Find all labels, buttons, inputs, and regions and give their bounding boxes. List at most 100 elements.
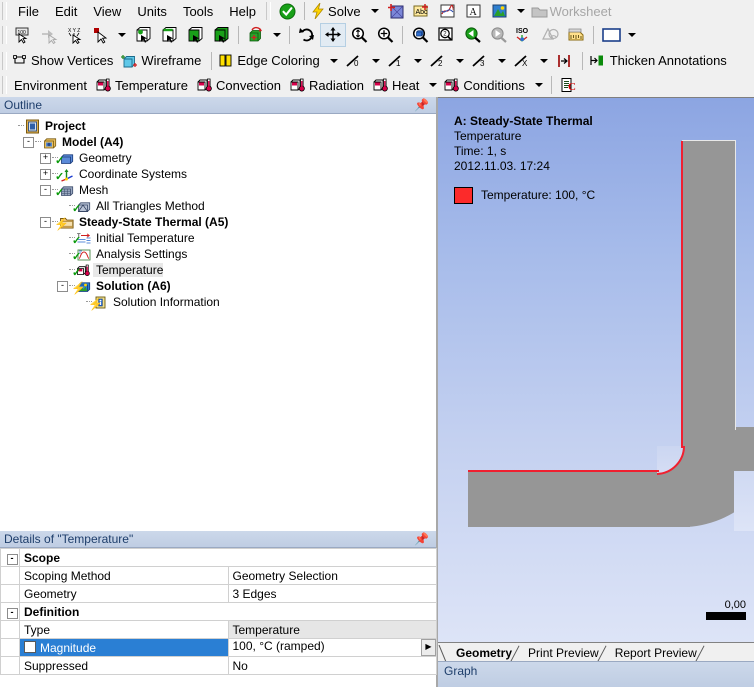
rotate-cube-caret[interactable] bbox=[273, 33, 281, 37]
group-collapse-toggle[interactable]: - bbox=[0, 602, 20, 621]
undo-view-icon[interactable] bbox=[294, 24, 320, 46]
magnify-icon[interactable]: 2 bbox=[433, 24, 459, 46]
outline-node-coordinate-systems[interactable]: + ✓ Coordinate Systems bbox=[6, 166, 436, 182]
details-row-magnitude[interactable]: Magnitude 100, °C (ramped) ▶ bbox=[0, 638, 437, 657]
cursor-mode-caret[interactable] bbox=[118, 33, 126, 37]
menu-tools[interactable]: Tools bbox=[175, 2, 221, 21]
display-toolbar-grip[interactable] bbox=[2, 51, 7, 70]
edge-thickness-x-caret[interactable] bbox=[539, 58, 548, 63]
fit-icon[interactable] bbox=[407, 24, 433, 46]
details-pin-icon[interactable]: 📌 bbox=[414, 532, 432, 546]
pan-icon[interactable] bbox=[320, 23, 346, 47]
menu-view[interactable]: View bbox=[85, 2, 129, 21]
details-value[interactable]: 100, °C (ramped) ▶ bbox=[227, 638, 437, 657]
ruler-icon[interactable] bbox=[563, 24, 589, 46]
outline-node-solution-information[interactable]: ⚡ Solution Information bbox=[6, 294, 436, 310]
tab-report-preview[interactable]: Report Preview bbox=[606, 645, 705, 662]
section-plane-icon[interactable] bbox=[537, 24, 563, 46]
group-collapse-toggle[interactable]: - bbox=[0, 548, 20, 567]
xyz-probe-icon[interactable]: X Y Z bbox=[62, 24, 88, 46]
next-view-icon[interactable] bbox=[485, 24, 511, 46]
edge-select-icon[interactable] bbox=[156, 24, 182, 46]
viewport-layout-caret[interactable] bbox=[628, 33, 636, 37]
collapse-toggle[interactable]: - bbox=[40, 216, 51, 228]
viewport-tabs[interactable]: Geometry Print Preview Report Preview bbox=[438, 642, 754, 662]
iso-view-icon[interactable]: ISO bbox=[511, 24, 537, 46]
convection-load-button[interactable]: Convection bbox=[194, 74, 287, 96]
image-icon[interactable] bbox=[487, 0, 513, 22]
edge-thickness-3-caret[interactable] bbox=[497, 58, 506, 63]
collapse-toggle[interactable]: - bbox=[6, 554, 18, 565]
details-row-type[interactable]: Type Temperature bbox=[0, 620, 437, 639]
collapse-toggle[interactable]: - bbox=[6, 608, 18, 619]
comment-icon[interactable]: Abc bbox=[409, 0, 435, 22]
edge-coloring-caret[interactable] bbox=[329, 58, 338, 63]
toolbar-grip-solve[interactable] bbox=[266, 2, 272, 20]
extend-selection-icon[interactable] bbox=[36, 24, 62, 46]
select-mode-icon[interactable]: 100 bbox=[10, 24, 36, 46]
magnitude-checkbox[interactable] bbox=[24, 640, 36, 653]
solve-button[interactable]: Solve bbox=[309, 0, 367, 22]
conditions-button[interactable]: Conditions bbox=[441, 74, 530, 96]
edge-thickness-0-button[interactable]: 0 bbox=[342, 50, 368, 72]
outline-node-analysis-settings[interactable]: ✓ Analysis Settings bbox=[6, 246, 436, 262]
menu-file[interactable]: File bbox=[10, 2, 47, 21]
edge-thickness-3-button[interactable]: 3 bbox=[468, 50, 494, 72]
edge-thickness-1-caret[interactable] bbox=[413, 58, 422, 63]
new-chart-icon[interactable] bbox=[383, 0, 409, 22]
thicken-annotations-button[interactable]: Thicken Annotations bbox=[587, 50, 733, 72]
details-value[interactable]: No bbox=[227, 656, 437, 675]
solve-dropdown-caret[interactable] bbox=[370, 9, 379, 13]
heat-load-button[interactable]: Heat bbox=[370, 74, 425, 96]
expand-toggle[interactable]: + bbox=[40, 152, 51, 164]
graphics-toolbar-grip[interactable] bbox=[2, 26, 7, 44]
outline-tree[interactable]: Project - Model (A4) + ✓ Geometry + ✓ Coordinate… bbox=[0, 114, 436, 310]
details-value[interactable]: 3 Edges bbox=[227, 584, 437, 603]
face-select-icon[interactable] bbox=[182, 24, 208, 46]
expand-toggle[interactable]: + bbox=[40, 168, 51, 180]
box-zoom-icon[interactable] bbox=[372, 24, 398, 46]
worksheet-env-icon[interactable]: C bbox=[556, 74, 582, 96]
vertex-select-icon[interactable] bbox=[130, 24, 156, 46]
pin-icon[interactable]: 📌 bbox=[414, 98, 432, 112]
outline-node-project[interactable]: Project bbox=[6, 118, 436, 134]
graphics-viewport[interactable]: A: Steady-State Thermal Temperature Time… bbox=[438, 97, 754, 642]
outline-node-steady-state-thermal-a5[interactable]: - ⚡ Steady-State Thermal (A5) bbox=[6, 214, 436, 230]
menu-units[interactable]: Units bbox=[129, 2, 175, 21]
radiation-load-button[interactable]: Radiation bbox=[287, 74, 370, 96]
collapse-toggle[interactable]: - bbox=[23, 136, 34, 148]
zoom-icon[interactable] bbox=[346, 24, 372, 46]
edge-thickness-2-button[interactable]: 2 bbox=[426, 50, 452, 72]
show-vertices-button[interactable]: Show Vertices bbox=[10, 50, 119, 72]
environment-toolbar-grip[interactable] bbox=[2, 76, 7, 94]
viewport-layout-icon[interactable] bbox=[598, 24, 624, 46]
previous-view-icon[interactable] bbox=[459, 24, 485, 46]
green-check-icon[interactable] bbox=[274, 0, 300, 22]
conditions-caret[interactable] bbox=[534, 83, 543, 87]
edge-direction-icon[interactable] bbox=[552, 50, 578, 72]
wireframe-button[interactable]: Wireframe bbox=[119, 50, 207, 72]
edge-coloring-button[interactable]: Edge Coloring bbox=[216, 50, 325, 72]
outline-node-initial-temperature[interactable]: T ✓ Initial Temperature bbox=[6, 230, 436, 246]
outline-node-temperature[interactable]: ✓ Temperature bbox=[6, 262, 436, 278]
outline-node-model-a4[interactable]: - Model (A4) bbox=[6, 134, 436, 150]
rotate-cube-icon[interactable] bbox=[243, 24, 269, 46]
tab-print-preview[interactable]: Print Preview bbox=[519, 645, 607, 662]
details-row-scoping-method[interactable]: Scoping Method Geometry Selection bbox=[0, 566, 437, 585]
heat-load-caret[interactable] bbox=[429, 83, 438, 87]
outline-node-mesh[interactable]: - ✓ Mesh bbox=[6, 182, 436, 198]
edge-thickness-x-button[interactable]: X bbox=[510, 50, 536, 72]
details-row-suppressed[interactable]: Suppressed No bbox=[0, 656, 437, 675]
edge-thickness-1-button[interactable]: 1 bbox=[384, 50, 410, 72]
edge-thickness-0-caret[interactable] bbox=[371, 58, 380, 63]
collapse-toggle[interactable]: - bbox=[40, 184, 51, 196]
menu-help[interactable]: Help bbox=[221, 2, 264, 21]
environment-button[interactable]: Environment bbox=[10, 74, 93, 96]
worksheet-button[interactable]: Worksheet bbox=[529, 0, 618, 22]
details-row-geometry[interactable]: Geometry 3 Edges bbox=[0, 584, 437, 603]
text-annotation-icon[interactable]: A bbox=[461, 0, 487, 22]
cursor-mode-icon[interactable] bbox=[88, 24, 114, 46]
outline-node-solution-a6[interactable]: - ⚡ Solution (A6) bbox=[6, 278, 436, 294]
collapse-toggle[interactable]: - bbox=[57, 280, 68, 292]
body-select-icon[interactable] bbox=[208, 24, 234, 46]
